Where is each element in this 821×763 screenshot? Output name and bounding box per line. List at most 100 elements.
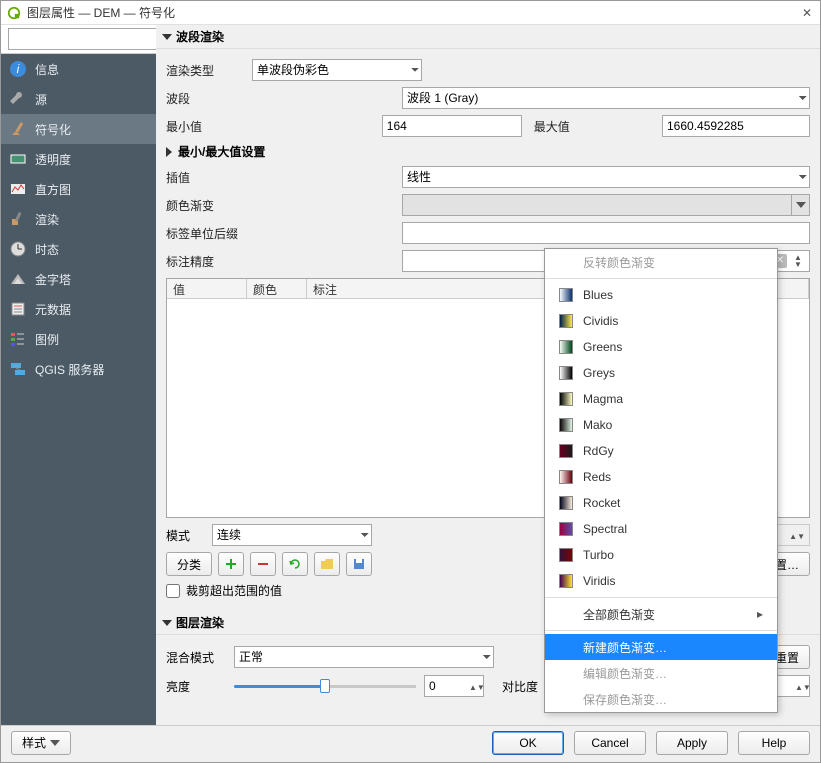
chevron-down-icon: [50, 740, 60, 746]
ramp-swatch-icon: [559, 574, 573, 588]
ok-button[interactable]: OK: [492, 731, 564, 755]
ramp-swatch-icon: [559, 548, 573, 562]
minmax-settings-group[interactable]: 最小/最大值设置: [166, 143, 810, 160]
help-button[interactable]: Help: [738, 731, 810, 755]
sidebar-item-transparency[interactable]: 透明度: [1, 144, 156, 174]
minus-icon: [256, 557, 270, 571]
sidebar-item-symbology[interactable]: 符号化: [1, 114, 156, 144]
sidebar-item-metadata[interactable]: 元数据: [1, 294, 156, 324]
mode-select[interactable]: 连续: [212, 524, 372, 546]
pyramid-icon: [9, 270, 27, 288]
svg-text:i: i: [17, 62, 20, 76]
nav-label: 渲染: [35, 211, 59, 228]
sidebar-item-histogram[interactable]: 直方图: [1, 174, 156, 204]
sidebar-item-info[interactable]: i 信息: [1, 54, 156, 84]
row-suffix: 标签单位后缀: [166, 222, 810, 244]
close-icon[interactable]: ✕: [800, 6, 814, 20]
ramp-name: Magma: [583, 392, 623, 406]
ramp-name: Reds: [583, 470, 611, 484]
ramp-swatch-icon: [559, 418, 573, 432]
sidebar-item-pyramids[interactable]: 金字塔: [1, 264, 156, 294]
section-title: 图层渲染: [176, 614, 224, 631]
server-icon: [9, 360, 27, 378]
clip-checkbox[interactable]: [166, 584, 180, 598]
chevron-right-icon: [166, 147, 172, 157]
blend-label: 混合模式: [166, 649, 226, 666]
ramp-swatch-icon: [559, 366, 573, 380]
render-type-select[interactable]: 单波段伪彩色: [252, 59, 422, 81]
search-input[interactable]: [8, 28, 173, 50]
ramp-name: Greens: [583, 340, 622, 354]
sidebar-item-source[interactable]: 源: [1, 84, 156, 114]
sidebar-item-legend[interactable]: 图例: [1, 324, 156, 354]
style-button[interactable]: 样式: [11, 731, 71, 755]
th-value[interactable]: 值: [167, 279, 247, 298]
min-label: 最小值: [166, 118, 376, 135]
dd-ramp-rdgy[interactable]: RdGy: [545, 438, 777, 464]
dd-ramp-reds[interactable]: Reds: [545, 464, 777, 490]
band-label: 波段: [166, 90, 396, 107]
sidebar-item-temporal[interactable]: 时态: [1, 234, 156, 264]
nav-label: 透明度: [35, 151, 71, 168]
remove-button[interactable]: [250, 552, 276, 576]
save-button[interactable]: [346, 552, 372, 576]
wrench-icon: [9, 90, 27, 108]
brush-icon: [9, 120, 27, 138]
row-colorramp: 颜色渐变: [166, 194, 810, 216]
transparency-icon: [9, 150, 27, 168]
ramp-name: Cividis: [583, 314, 618, 328]
section-band-render[interactable]: 波段渲染: [156, 25, 820, 49]
dd-all-ramps[interactable]: 全部颜色渐变▸: [545, 601, 777, 627]
dd-ramp-blues[interactable]: Blues: [545, 282, 777, 308]
ramp-name: Blues: [583, 288, 613, 302]
ramp-name: Rocket: [583, 496, 620, 510]
legend-icon: [9, 330, 27, 348]
sidebar-item-render[interactable]: 渲染: [1, 204, 156, 234]
render-type-label: 渲染类型: [166, 62, 246, 79]
dd-save-ramp: 保存颜色渐变…: [545, 686, 777, 712]
blend-select[interactable]: 正常: [234, 646, 494, 668]
open-button[interactable]: [314, 552, 340, 576]
min-input[interactable]: [382, 115, 522, 137]
load-button[interactable]: [282, 552, 308, 576]
minmax-group-label: 最小/最大值设置: [178, 143, 265, 160]
max-input[interactable]: [662, 115, 810, 137]
sidebar-item-server[interactable]: QGIS 服务器: [1, 354, 156, 384]
dd-ramp-greys[interactable]: Greys: [545, 360, 777, 386]
clip-label: 裁剪超出范围的值: [186, 582, 282, 599]
brush2-icon: [9, 210, 27, 228]
ramp-name: Mako: [583, 418, 612, 432]
ramp-swatch-icon: [559, 314, 573, 328]
dd-new-ramp[interactable]: 新建颜色渐变…: [545, 634, 777, 660]
dd-ramp-rocket[interactable]: Rocket: [545, 490, 777, 516]
add-button[interactable]: [218, 552, 244, 576]
info-icon: i: [9, 60, 27, 78]
ramp-swatch-icon: [559, 392, 573, 406]
brightness-slider[interactable]: [234, 683, 416, 689]
chevron-down-icon: [162, 34, 172, 40]
nav-label: QGIS 服务器: [35, 361, 104, 378]
interp-select[interactable]: 线性: [402, 166, 810, 188]
dialog-footer: 样式 OK Cancel Apply Help: [1, 725, 820, 759]
row-minmax: 最小值 最大值: [166, 115, 810, 137]
dd-ramp-spectral[interactable]: Spectral: [545, 516, 777, 542]
dd-ramp-mako[interactable]: Mako: [545, 412, 777, 438]
dd-ramp-greens[interactable]: Greens: [545, 334, 777, 360]
dd-ramp-cividis[interactable]: Cividis: [545, 308, 777, 334]
cancel-button[interactable]: Cancel: [574, 731, 646, 755]
colorramp-select[interactable]: [402, 194, 810, 216]
precision-spin[interactable]: ▲▼: [791, 254, 805, 268]
classify-button[interactable]: 分类: [166, 552, 212, 576]
dd-ramp-turbo[interactable]: Turbo: [545, 542, 777, 568]
nav-label: 直方图: [35, 181, 71, 198]
nav-label: 源: [35, 91, 47, 108]
band-select[interactable]: 波段 1 (Gray): [402, 87, 810, 109]
brightness-value[interactable]: 0▲▼: [424, 675, 484, 697]
interp-label: 插值: [166, 169, 396, 186]
apply-button[interactable]: Apply: [656, 731, 728, 755]
dd-ramp-viridis[interactable]: Viridis: [545, 568, 777, 594]
suffix-input[interactable]: [402, 222, 810, 244]
th-color[interactable]: 颜色: [247, 279, 307, 298]
ramp-name: Turbo: [583, 548, 614, 562]
dd-ramp-magma[interactable]: Magma: [545, 386, 777, 412]
